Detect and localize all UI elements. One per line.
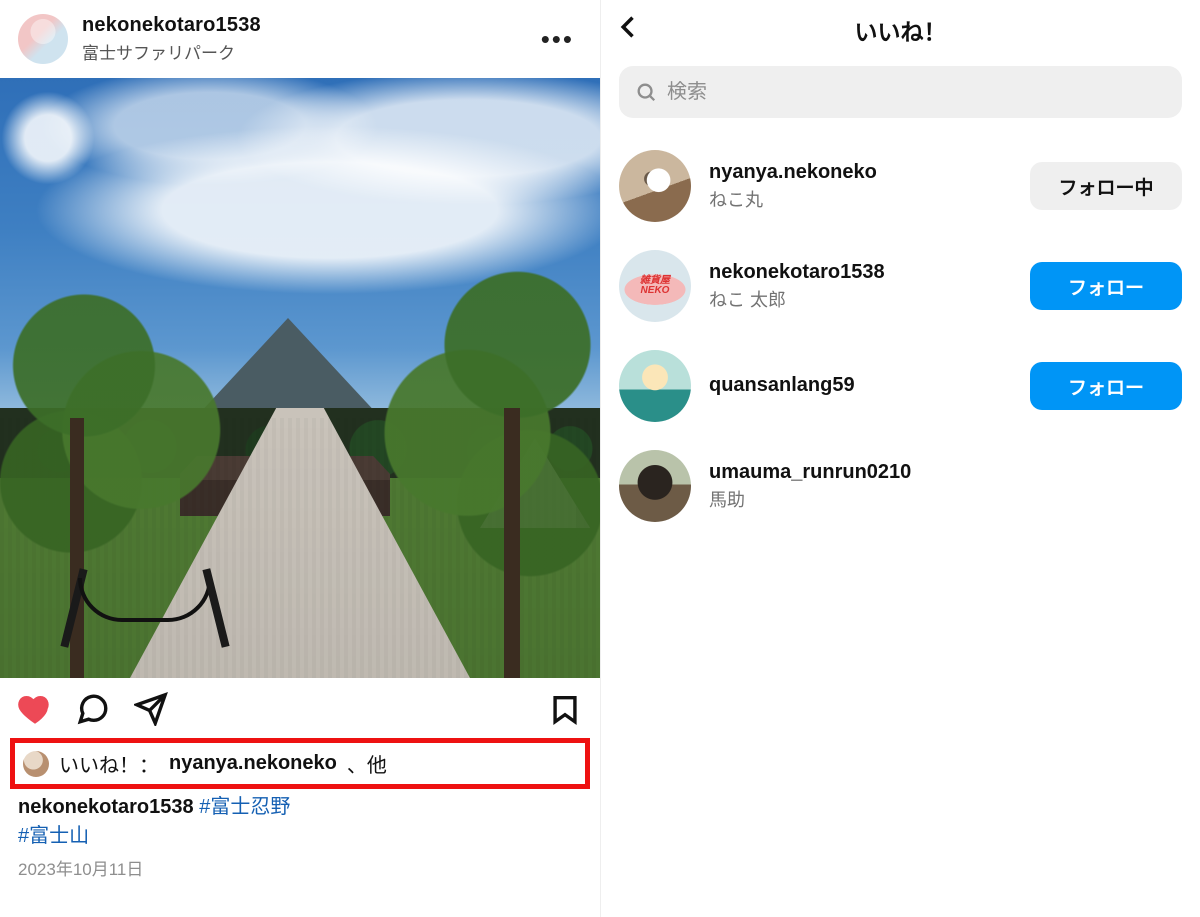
post-username[interactable]: nekonekotaro1538 (82, 14, 519, 37)
following-button[interactable]: フォロー中 (1030, 162, 1182, 210)
user-text: nekonekotaro1538 ねこ 太郎 (709, 261, 1012, 312)
likes-summary-suffix: 、他 (347, 749, 387, 778)
likes-summary-highlight: いいね！： nyanya.nekoneko 、他 (10, 738, 590, 789)
post-header-text: nekonekotaro1538 富士サファリパーク (82, 14, 519, 64)
list-item[interactable]: nyanya.nekoneko ねこ丸 フォロー中 (619, 136, 1182, 236)
follow-button[interactable]: フォロー (1030, 362, 1182, 410)
post-caption: nekonekotaro1538 #富士忍野 #富士山 (0, 789, 600, 851)
caption-hashtag-2[interactable]: #富士山 (18, 825, 89, 847)
search-icon (635, 81, 657, 103)
likes-summary[interactable]: いいね！： nyanya.nekoneko 、他 (23, 749, 577, 778)
chevron-left-icon (615, 13, 643, 41)
post-action-bar (0, 678, 600, 734)
user-text: nyanya.nekoneko ねこ丸 (709, 161, 1012, 212)
likes-panel: いいね！ nyanya.nekoneko ねこ丸 フォロー中 nekonekot… (600, 0, 1200, 917)
user-avatar[interactable] (619, 250, 691, 322)
likes-summary-avatar (23, 751, 49, 777)
post-photo[interactable] (0, 78, 600, 678)
list-item[interactable]: quansanlang59 フォロー (619, 336, 1182, 436)
user-username[interactable]: nekonekotaro1538 (709, 261, 1012, 284)
photo-hammock (60, 558, 230, 648)
user-displayname: ねこ 太郎 (709, 286, 1012, 312)
user-username[interactable]: quansanlang59 (709, 374, 1012, 397)
save-button[interactable] (548, 692, 582, 726)
more-options-button[interactable]: ••• (533, 18, 582, 61)
search-box[interactable] (619, 66, 1182, 118)
user-username[interactable]: umauma_runrun0210 (709, 461, 1182, 484)
post-date: 2023年10月11日 (0, 851, 600, 894)
photo-tree-right (380, 248, 600, 678)
user-text: quansanlang59 (709, 374, 1012, 399)
list-item[interactable]: nekonekotaro1538 ねこ 太郎 フォロー (619, 236, 1182, 336)
likes-summary-label: いいね！： (59, 749, 159, 778)
likes-user-list: nyanya.nekoneko ねこ丸 フォロー中 nekonekotaro15… (601, 136, 1200, 536)
post-panel: nekonekotaro1538 富士サファリパーク ••• (0, 0, 600, 917)
send-icon (134, 692, 168, 726)
post-location[interactable]: 富士サファリパーク (82, 39, 519, 64)
comment-button[interactable] (76, 692, 110, 726)
user-avatar[interactable] (619, 150, 691, 222)
comment-icon (76, 692, 110, 726)
post-author-avatar[interactable] (18, 14, 68, 64)
user-text: umauma_runrun0210 馬助 (709, 461, 1182, 512)
bookmark-icon (548, 692, 582, 726)
list-item[interactable]: umauma_runrun0210 馬助 (619, 436, 1182, 536)
user-displayname: ねこ丸 (709, 186, 1012, 212)
search-wrap (601, 60, 1200, 136)
back-button[interactable] (615, 13, 649, 47)
user-avatar[interactable] (619, 350, 691, 422)
likes-summary-username: nyanya.nekoneko (169, 752, 337, 775)
share-button[interactable] (134, 692, 168, 726)
post-header: nekonekotaro1538 富士サファリパーク ••• (0, 0, 600, 78)
user-avatar[interactable] (619, 450, 691, 522)
likes-title: いいね！ (855, 13, 947, 47)
user-username[interactable]: nyanya.nekoneko (709, 161, 1012, 184)
likes-header: いいね！ (601, 0, 1200, 60)
caption-username[interactable]: nekonekotaro1538 (18, 796, 194, 818)
like-button[interactable] (18, 692, 52, 726)
search-input[interactable] (667, 81, 1166, 104)
follow-button[interactable]: フォロー (1030, 262, 1182, 310)
user-displayname: 馬助 (709, 486, 1182, 512)
heart-icon (18, 692, 52, 726)
caption-hashtag-1[interactable]: #富士忍野 (199, 796, 290, 818)
